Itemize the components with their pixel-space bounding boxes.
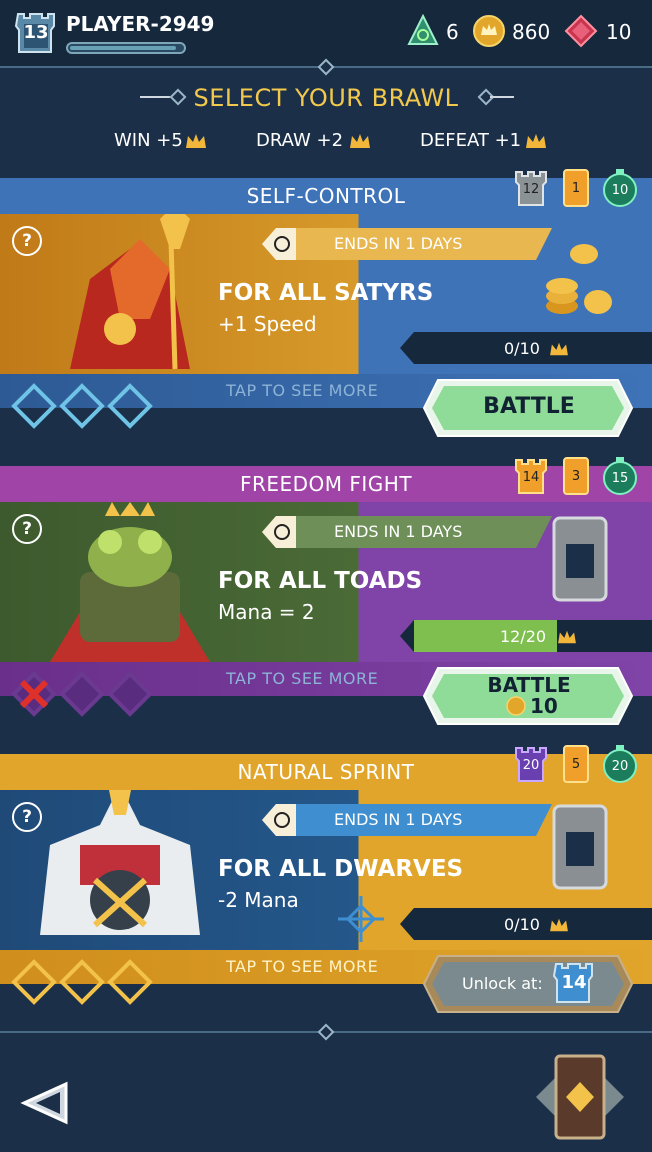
- tower-level-value: 20: [522, 758, 540, 773]
- dwarf-hero-illustration: [40, 790, 200, 935]
- crown-icon: [526, 134, 546, 148]
- effect-text: -2 Mana: [218, 888, 299, 912]
- xp-bar-fill: [70, 46, 176, 50]
- crown-icon: [350, 134, 370, 148]
- tap-to-see-more-link[interactable]: TAP TO SEE MORE: [226, 381, 378, 400]
- battle-button[interactable]: BATTLE: [446, 394, 612, 419]
- for-all-text: FOR ALL SATYRS: [218, 280, 434, 306]
- player-level: 13: [23, 22, 49, 43]
- gold-count: 860: [512, 20, 551, 44]
- reward-defeat: DEFEAT +1: [420, 130, 522, 151]
- help-button[interactable]: ?: [12, 802, 42, 832]
- crown-icon: [186, 134, 206, 148]
- win-slot-diamonds: [11, 959, 153, 1005]
- progress-text: 0/10: [504, 915, 540, 934]
- reward-draw: DRAW +2: [256, 130, 344, 151]
- progress-text: 0/10: [504, 339, 540, 358]
- event-title: FREEDOM FIGHT: [239, 472, 413, 496]
- page-title: SELECT YOUR BRAWL: [193, 84, 459, 112]
- event-panel-natural-sprint[interactable]: ? ENDS IN 1 DAYS FOR ALL DWARVES -2 Mana…: [0, 790, 652, 950]
- ends-in-text: ENDS IN 1 DAYS: [334, 810, 463, 829]
- timer-value: 20: [611, 759, 629, 774]
- help-button[interactable]: ?: [12, 226, 42, 256]
- tower-level-value: 12: [522, 182, 540, 197]
- card-reward-icon: [552, 516, 608, 602]
- mana-potion-icon: [407, 14, 439, 45]
- title-ornament-right: [490, 96, 514, 98]
- timer-value: 15: [611, 471, 629, 486]
- event-title: NATURAL SPRINT: [237, 760, 415, 784]
- battle-cost: 10: [530, 694, 558, 718]
- event-panel-self-control[interactable]: ? ENDS IN 1 DAYS FOR ALL SATYRS +1 Speed…: [0, 214, 652, 374]
- tap-to-see-more-link[interactable]: TAP TO SEE MORE: [226, 669, 378, 688]
- win-slot-diamonds: [11, 671, 153, 717]
- sparkle-icon: [338, 896, 384, 942]
- reward-win: WIN +5: [114, 130, 183, 151]
- gem-count: 10: [606, 20, 632, 44]
- timer-value: 10: [611, 183, 629, 198]
- event-panel-freedom-fight[interactable]: ? ENDS IN 1 DAYS FOR ALL TOADS Mana = 2 …: [0, 502, 652, 662]
- crown-icon: [558, 630, 576, 644]
- xp-bar: [66, 42, 186, 54]
- for-all-text: FOR ALL TOADS: [218, 568, 423, 594]
- unlock-level: 14: [561, 972, 587, 993]
- ends-in-text: ENDS IN 1 DAYS: [334, 234, 463, 253]
- win-slot-diamonds: [11, 383, 153, 429]
- satyr-hero-illustration: [70, 214, 190, 370]
- crown-icon: [550, 918, 568, 932]
- card-count-value: 5: [571, 757, 581, 772]
- card-reward-icon: [552, 804, 608, 890]
- effect-text: +1 Speed: [218, 312, 317, 336]
- gold-coin-icon: [506, 696, 526, 716]
- help-button[interactable]: ?: [12, 514, 42, 544]
- mana-count: 6: [446, 20, 459, 44]
- gem-icon: [564, 14, 598, 48]
- deck-cards-icon[interactable]: [534, 1052, 626, 1142]
- for-all-text: FOR ALL DWARVES: [218, 856, 464, 882]
- gold-coin-icon: [473, 15, 505, 47]
- card-count-value: 3: [571, 469, 581, 484]
- divider-diamond: [317, 1023, 335, 1041]
- event-title: SELF-CONTROL: [246, 184, 406, 208]
- card-count-value: 1: [571, 181, 581, 196]
- gold-coins-reward-icon: [546, 244, 612, 314]
- tap-to-see-more-link[interactable]: TAP TO SEE MORE: [226, 957, 378, 976]
- unlock-label: Unlock at:: [462, 974, 543, 993]
- progress-text: 12/20: [500, 627, 547, 646]
- tower-level-value: 14: [522, 470, 540, 485]
- crown-icon: [550, 342, 568, 356]
- toad-hero-illustration: [50, 502, 210, 662]
- battle-button[interactable]: BATTLE: [446, 673, 612, 697]
- player-name[interactable]: PLAYER-2949: [66, 12, 214, 36]
- effect-text: Mana = 2: [218, 600, 315, 624]
- back-arrow-icon[interactable]: [20, 1080, 70, 1126]
- ends-in-text: ENDS IN 1 DAYS: [334, 522, 463, 541]
